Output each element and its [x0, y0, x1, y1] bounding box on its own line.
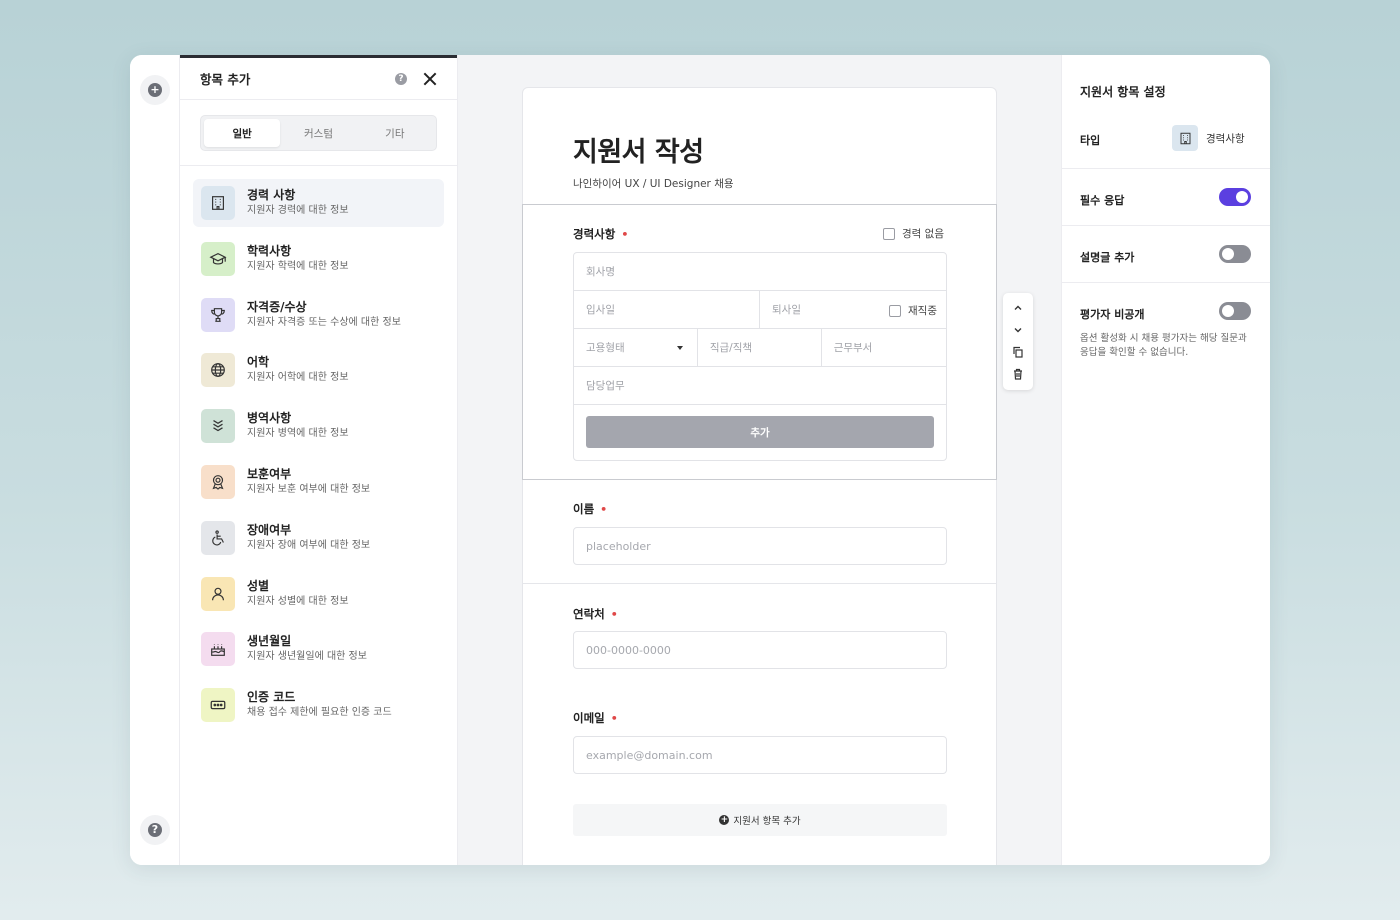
- form-canvas: 지원서 작성 나인하이어 UX / UI Designer 채용 경력사항 • 경…: [458, 55, 1061, 865]
- item-title: 경력 사항: [247, 188, 296, 202]
- panel-title: 항목 추가: [200, 72, 251, 87]
- side-rail: + ?: [130, 55, 180, 865]
- career-fields: 회사명 입사일 퇴사일 재직중 고용형태 직급/직책 근무부서 담당업무 추가: [573, 252, 947, 461]
- list-item-education[interactable]: 학력사항지원자 학력에 대한 정보: [193, 235, 444, 283]
- list-item-veteran[interactable]: 보훈여부지원자 보훈 여부에 대한 정보: [193, 458, 444, 506]
- graduation-cap-icon: [201, 241, 235, 276]
- required-toggle[interactable]: [1219, 188, 1251, 206]
- contact-input[interactable]: 000-0000-0000: [573, 631, 947, 669]
- item-desc: 지원자 성별에 대한 정보: [247, 595, 349, 607]
- list-item-auth-code[interactable]: 인증 코드채용 접수 제한에 필요한 인증 코드: [193, 681, 444, 729]
- chevron-down-icon: [676, 346, 683, 350]
- end-date-input[interactable]: 퇴사일 재직중: [760, 291, 946, 328]
- close-icon[interactable]: [423, 72, 437, 86]
- building-icon: [1172, 125, 1198, 151]
- email-label: 이메일 •: [573, 711, 618, 725]
- description-toggle[interactable]: [1219, 245, 1251, 263]
- move-up-icon[interactable]: [1011, 301, 1025, 315]
- name-label: 이름 •: [573, 502, 608, 516]
- tab-custom[interactable]: 커스텀: [280, 119, 356, 147]
- type-value-label: 경력사항: [1206, 132, 1245, 145]
- career-label: 경력사항 •: [573, 227, 629, 241]
- email-input[interactable]: example@domain.com: [573, 736, 947, 774]
- item-desc: 지원자 어학에 대한 정보: [247, 372, 349, 384]
- globe-icon: [201, 353, 235, 388]
- building-icon: [201, 186, 235, 220]
- panel-header: 항목 추가 ?: [180, 58, 457, 100]
- block-toolbar: [1003, 293, 1033, 390]
- list-item-certificate[interactable]: 자격증/수상지원자 자격증 또는 수상에 대한 정보: [193, 291, 444, 339]
- contact-label: 연락처 •: [573, 607, 618, 621]
- trash-icon[interactable]: [1011, 367, 1025, 381]
- app-window: + ? 항목 추가 ? 일반 커스텀 기타 경력 사항지원자 경력에 대한 정보: [130, 55, 1270, 865]
- type-label: 타입: [1080, 134, 1101, 147]
- cake-icon: [201, 632, 235, 667]
- item-title: 인증 코드: [247, 690, 296, 705]
- list-item-disability[interactable]: 장애여부지원자 장애 여부에 대한 정보: [193, 514, 444, 562]
- name-input[interactable]: placeholder: [573, 527, 947, 565]
- tab-other[interactable]: 기타: [357, 119, 433, 147]
- person-icon: [201, 576, 235, 611]
- add-icon[interactable]: +: [140, 75, 170, 105]
- item-desc: 지원자 생년월일에 대한 정보: [247, 651, 367, 663]
- currently-employed-checkbox[interactable]: 재직중: [889, 303, 937, 318]
- department-input[interactable]: 근무부서: [822, 329, 946, 366]
- category-tabs: 일반 커스텀 기타: [200, 115, 437, 151]
- item-title: 성별: [247, 578, 270, 593]
- hide-evaluator-toggle[interactable]: [1219, 302, 1251, 320]
- settings-title: 지원서 항목 설정: [1080, 85, 1166, 99]
- item-title: 어학: [247, 355, 270, 370]
- code-box-icon: [201, 688, 235, 723]
- item-title: 생년월일: [247, 634, 292, 649]
- rank-chevrons-icon: [201, 409, 235, 444]
- item-desc: 지원자 보훈 여부에 대한 정보: [247, 483, 371, 495]
- list-item-career[interactable]: 경력 사항지원자 경력에 대한 정보: [193, 179, 444, 227]
- position-input[interactable]: 직급/직책: [698, 329, 822, 366]
- no-career-checkbox[interactable]: 경력 없음: [883, 226, 944, 241]
- list-item-military[interactable]: 병역사항지원자 병역에 대한 정보: [193, 402, 444, 450]
- application-form: 지원서 작성 나인하이어 UX / UI Designer 채용 경력사항 • 경…: [522, 87, 997, 865]
- question-icon[interactable]: ?: [395, 72, 407, 85]
- required-mark: •: [621, 228, 629, 241]
- item-list: 경력 사항지원자 경력에 대한 정보 학력사항지원자 학력에 대한 정보 자격증…: [180, 166, 457, 729]
- career-block[interactable]: 경력사항 • 경력 없음 회사명 입사일 퇴사일 재직중 고용형태 직급/직책 …: [522, 204, 997, 480]
- item-desc: 지원자 학력에 대한 정보: [247, 260, 349, 272]
- item-title: 장애여부: [247, 522, 292, 537]
- form-subtitle: 나인하이어 UX / UI Designer 채용: [573, 178, 734, 190]
- company-input[interactable]: 회사명: [574, 253, 946, 290]
- list-item-gender[interactable]: 성별지원자 성별에 대한 정보: [193, 570, 444, 618]
- trophy-icon: [201, 297, 235, 332]
- list-item-birthdate[interactable]: 생년월일지원자 생년월일에 대한 정보: [193, 625, 444, 673]
- item-title: 학력사항: [247, 243, 292, 258]
- item-desc: 지원자 병역에 대한 정보: [247, 428, 349, 440]
- item-title: 자격증/수상: [247, 299, 307, 314]
- description-label: 설명글 추가: [1080, 251, 1135, 264]
- plus-circle-icon: +: [719, 815, 730, 825]
- item-title: 보훈여부: [247, 466, 292, 481]
- item-desc: 지원자 장애 여부에 대한 정보: [247, 539, 371, 551]
- start-date-input[interactable]: 입사일: [574, 291, 760, 328]
- item-settings-panel: 지원서 항목 설정 타입 경력사항 필수 응답 설명글 추가 평가자 비공개 옵…: [1061, 55, 1270, 865]
- help-icon[interactable]: ?: [140, 815, 170, 845]
- move-down-icon[interactable]: [1011, 323, 1025, 337]
- wheelchair-icon: [201, 520, 235, 555]
- type-value: 경력사항: [1172, 125, 1245, 151]
- hide-evaluator-label: 평가자 비공개: [1080, 308, 1145, 321]
- tab-general[interactable]: 일반: [204, 119, 281, 147]
- duties-input[interactable]: 담당업무: [574, 367, 946, 404]
- add-form-item-button[interactable]: + 지원서 항목 추가: [573, 804, 947, 836]
- required-label: 필수 응답: [1080, 194, 1125, 207]
- copy-icon[interactable]: [1011, 345, 1025, 359]
- hide-evaluator-help: 옵션 활성화 시 채용 평가자는 해당 질문과 응답을 확인할 수 없습니다.: [1080, 333, 1247, 358]
- item-desc: 지원자 자격증 또는 수상에 대한 정보: [247, 316, 401, 328]
- employment-type-select[interactable]: 고용형태: [574, 329, 698, 366]
- add-career-button[interactable]: 추가: [586, 416, 934, 448]
- item-desc: 지원자 경력에 대한 정보: [247, 205, 349, 216]
- medal-icon: [201, 464, 235, 499]
- item-title: 병역사항: [247, 411, 292, 426]
- add-item-panel: 항목 추가 ? 일반 커스텀 기타 경력 사항 지원자 경력에 대한 정보 학력…: [180, 55, 458, 865]
- list-item-language[interactable]: 어학지원자 어학에 대한 정보: [193, 346, 444, 394]
- item-desc: 채용 접수 제한에 필요한 인증 코드: [247, 707, 392, 719]
- form-title: 지원서 작성: [573, 137, 704, 168]
